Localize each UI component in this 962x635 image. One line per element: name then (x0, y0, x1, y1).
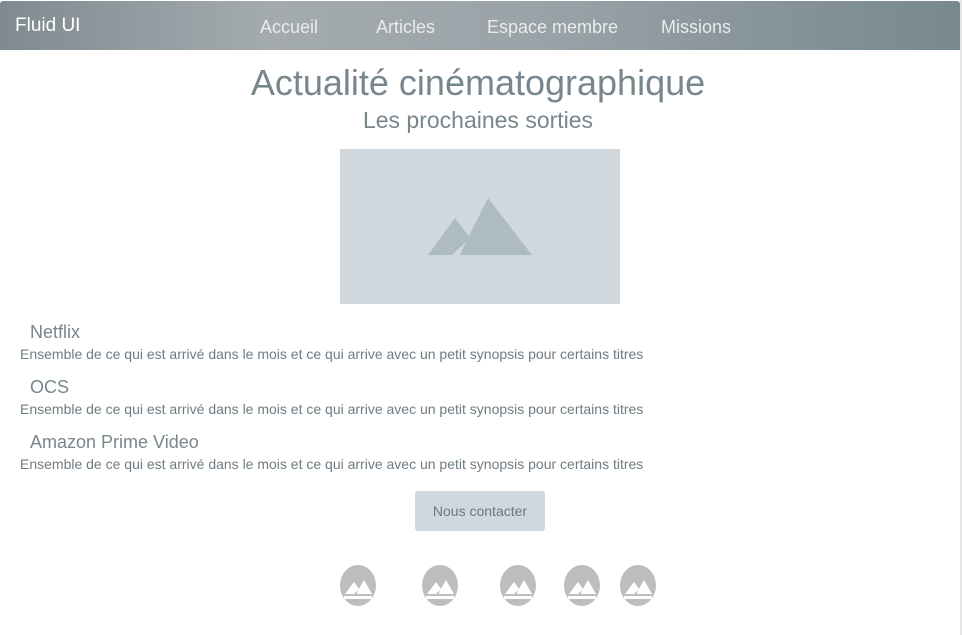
page-title: Actualité cinématographique (250, 62, 706, 103)
section-text-netflix: Ensemble de ce qui est arrivé dans le mo… (20, 346, 644, 362)
section-title-netflix: Netflix (30, 322, 81, 342)
footer-icon-1[interactable] (340, 565, 376, 606)
image-placeholder-icon (564, 565, 600, 606)
section-title-ocs: OCS (30, 377, 70, 397)
image-placeholder-icon (620, 565, 656, 606)
footer-icon-5[interactable] (620, 565, 656, 606)
brand-logo-text[interactable]: Fluid UI (15, 15, 80, 37)
nav-item-missions[interactable]: Missions (661, 17, 731, 38)
page: Fluid UI Accueil Articles Espace membre … (0, 0, 962, 635)
nav-item-articles[interactable]: Articles (376, 17, 435, 38)
footer-icon-4[interactable] (564, 565, 600, 606)
section-text-amazon: Ensemble de ce qui est arrivé dans le mo… (20, 456, 644, 472)
navbar: Fluid UI Accueil Articles Espace membre … (0, 1, 960, 50)
footer-icon-3[interactable] (500, 565, 536, 606)
section-text-ocs: Ensemble de ce qui est arrivé dans le mo… (20, 401, 644, 417)
hero-image (340, 149, 620, 304)
contact-button[interactable]: Nous contacter (415, 491, 545, 531)
image-placeholder-icon (428, 198, 532, 255)
image-placeholder-icon (340, 565, 376, 606)
page-subtitle: Les prochaines sorties (362, 107, 594, 133)
image-placeholder-icon (500, 565, 536, 606)
footer-icon-2[interactable] (422, 565, 458, 606)
nav-item-espace-membre[interactable]: Espace membre (487, 17, 618, 38)
section-title-amazon: Amazon Prime Video (30, 432, 199, 452)
nav-item-accueil[interactable]: Accueil (260, 17, 318, 38)
image-placeholder-icon (422, 565, 458, 606)
